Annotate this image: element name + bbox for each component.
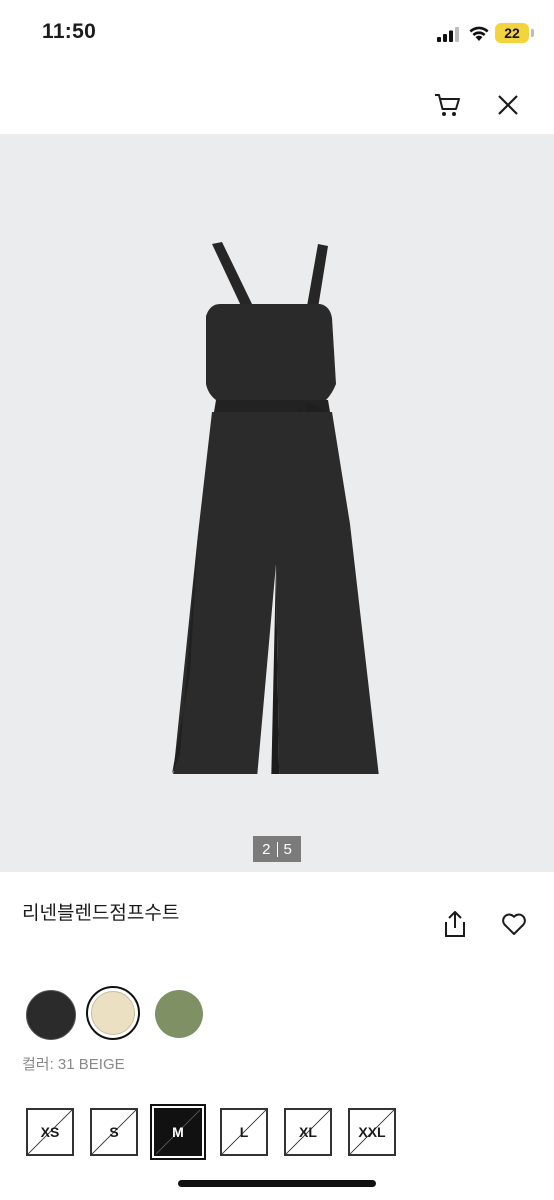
size-option-s[interactable]: S (90, 1108, 138, 1156)
battery-tip (531, 29, 534, 37)
heart-icon (502, 913, 526, 935)
status-bar: 11:50 22 (0, 0, 554, 68)
share-icon (445, 911, 465, 937)
size-option-l[interactable]: L (220, 1108, 268, 1156)
size-option-xxl[interactable]: XXL (348, 1108, 396, 1156)
color-label: 컬러: 31 BEIGE (22, 1056, 125, 1073)
color-swatch-black[interactable] (26, 990, 76, 1040)
size-option-xs[interactable]: XS (26, 1108, 74, 1156)
color-swatch-beige[interactable] (91, 991, 135, 1035)
gallery-pager: 2 5 (253, 836, 301, 862)
wifi-icon (469, 26, 489, 41)
cart-icon (435, 94, 460, 116)
size-label: XXL (358, 1124, 386, 1140)
pager-divider (276, 841, 278, 857)
product-title: 리넨블렌드점프수트 (22, 903, 180, 924)
size-label: M (172, 1124, 184, 1140)
size-label: L (239, 1124, 249, 1140)
size-option-m[interactable]: M (150, 1104, 206, 1160)
product-image-gallery[interactable]: 2 5 (0, 134, 554, 872)
size-option-xl[interactable]: XL (284, 1108, 332, 1156)
pager-total: 5 (283, 840, 292, 858)
status-time: 11:50 (42, 20, 97, 43)
size-label: XL (299, 1124, 317, 1140)
battery-indicator: 22 (495, 23, 529, 43)
close-button[interactable] (490, 87, 526, 123)
favorite-button[interactable] (496, 906, 532, 942)
size-label: XS (40, 1124, 60, 1140)
home-indicator (178, 1180, 376, 1187)
product-image (172, 242, 379, 774)
color-swatch-olive[interactable] (155, 990, 203, 1038)
cart-button[interactable] (430, 87, 466, 123)
close-icon (498, 95, 518, 115)
cellular-signal-icon (437, 27, 459, 42)
size-label: S (109, 1124, 119, 1140)
pager-current: 2 (262, 840, 271, 858)
share-button[interactable] (437, 906, 473, 942)
top-bar (0, 68, 554, 134)
